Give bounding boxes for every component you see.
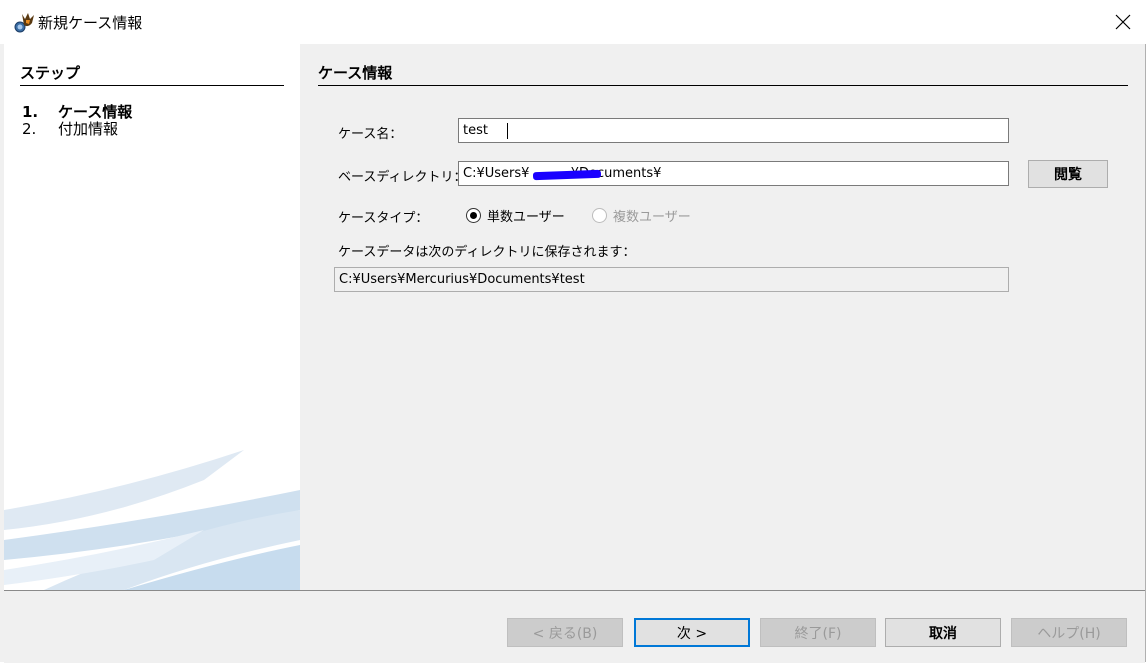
case-type-label: ケースタイプ：: [338, 211, 429, 226]
save-location-label: ケースデータは次のディレクトリに保存されます：: [338, 245, 636, 260]
close-button[interactable]: [1100, 0, 1146, 44]
radio-unselected-icon: [592, 208, 607, 223]
case-name-input[interactable]: [458, 118, 1009, 143]
step-label: ケース情報: [58, 103, 133, 121]
wizard-button-bar: < 戻る(B) 次 > 終了(F) 取消 ヘルプ(H): [4, 590, 1145, 663]
single-user-radio[interactable]: 単数ユーザー: [466, 206, 565, 225]
single-user-label: 単数ユーザー: [487, 210, 565, 225]
steps-list: 1. ケース情報 2. 付加情報: [22, 104, 132, 138]
step-number: 1.: [22, 103, 39, 121]
steps-header: ステップ: [20, 62, 284, 86]
step-number: 2.: [22, 120, 37, 138]
finish-button[interactable]: 終了(F): [760, 618, 876, 647]
multi-user-label: 複数ユーザー: [613, 210, 691, 225]
case-info-panel: ケース情報 ケース名： ベースディレクトリ： 閲覧 ケースタイプ： 単数ユーザー…: [300, 44, 1145, 590]
case-name-label: ケース名：: [338, 127, 403, 142]
steps-panel: ステップ 1. ケース情報 2. 付加情報: [4, 44, 300, 590]
window-title: 新規ケース情報: [38, 14, 143, 32]
title-bar: 新規ケース情報: [0, 0, 1146, 44]
base-directory-label: ベースディレクトリ：: [338, 170, 467, 185]
radio-selected-icon: [466, 208, 481, 223]
close-icon: [1115, 14, 1131, 30]
step-label: 付加情報: [58, 120, 119, 138]
back-button[interactable]: < 戻る(B): [507, 618, 623, 647]
save-location-field: [334, 267, 1009, 292]
next-button[interactable]: 次 >: [634, 618, 750, 647]
multi-user-radio[interactable]: 複数ユーザー: [592, 206, 691, 225]
decorative-swoosh-graphic: [4, 450, 300, 590]
cancel-button[interactable]: 取消: [885, 618, 1001, 647]
step-item-additional-info: 2. 付加情報: [22, 121, 132, 138]
app-logo-icon: [14, 13, 34, 33]
browse-button[interactable]: 閲覧: [1028, 160, 1108, 188]
step-item-case-info: 1. ケース情報: [22, 104, 132, 121]
help-button[interactable]: ヘルプ(H): [1011, 618, 1127, 647]
case-info-header: ケース情報: [318, 62, 1128, 86]
text-caret: [507, 123, 508, 139]
